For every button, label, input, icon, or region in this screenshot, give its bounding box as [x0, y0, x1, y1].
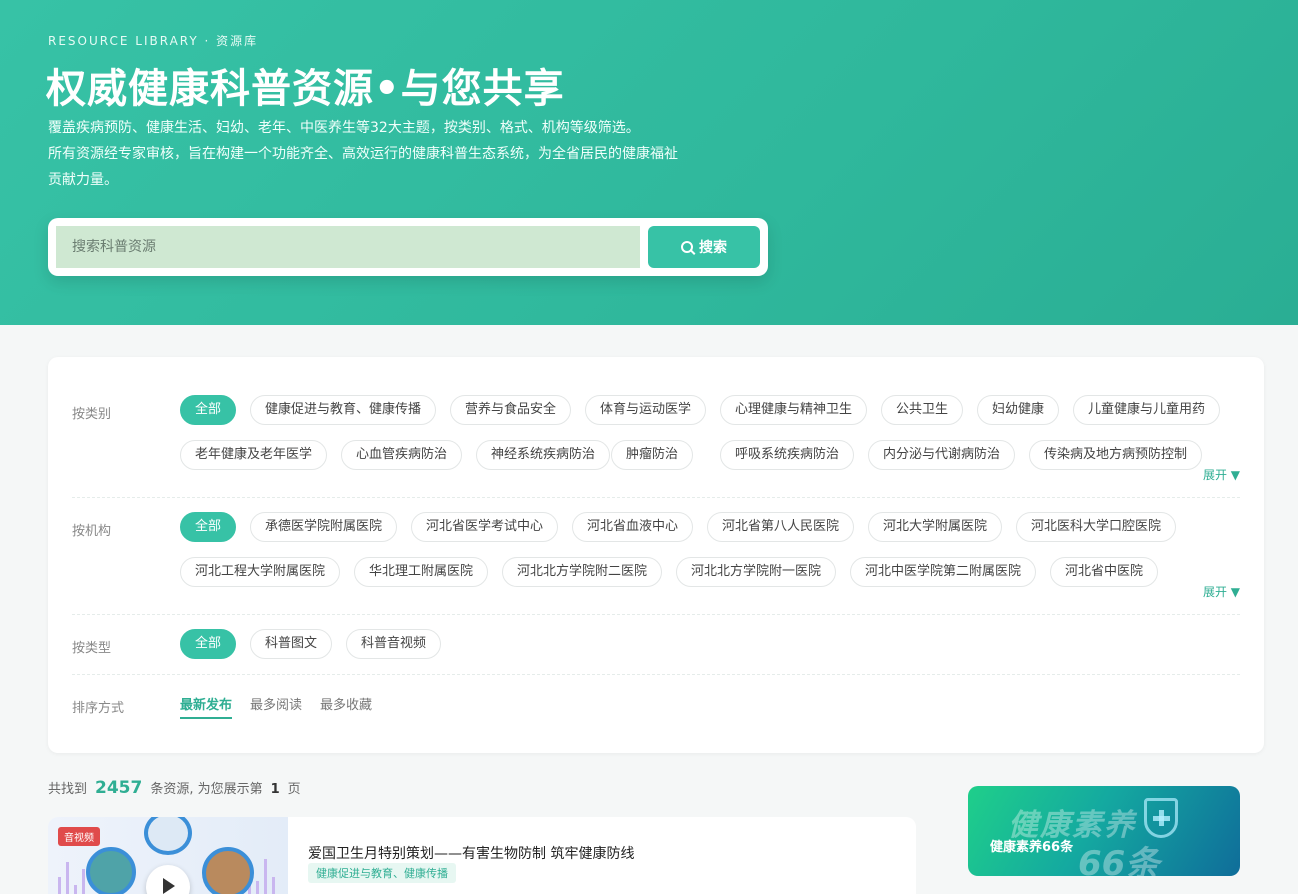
filter-label-category: 按类别 — [72, 407, 112, 422]
hero-desc-line1: 覆盖疾病预防、健康生活、妇幼、老年、中医养生等32大主题，按类别、格式、机构等级… — [48, 120, 640, 136]
wave-bar — [256, 881, 259, 894]
result-prefix: 共找到 — [48, 782, 88, 797]
divider — [72, 674, 1240, 675]
hero-description: 覆盖疾病预防、健康生活、妇幼、老年、中医养生等32大主题，按类别、格式、机构等级… — [48, 115, 688, 193]
article-category-tag: 健康促进与教育、健康传播 — [308, 863, 456, 883]
category-chip[interactable]: 内分泌与代谢病防治 — [868, 440, 1016, 470]
institution-expand-button[interactable]: 展开 ▼ — [1203, 583, 1240, 600]
category-chip[interactable]: 老年健康及老年医学 — [180, 440, 328, 470]
search-button[interactable]: 搜索 — [648, 226, 760, 268]
institution-chip[interactable]: 河北大学附属医院 — [868, 512, 1003, 542]
media-type-badge: 音视频 — [58, 827, 100, 846]
promo-watermark-number: 66条 — [1078, 844, 1160, 876]
search-icon — [681, 241, 693, 253]
page-title: 权威健康科普资源•与您共享 — [46, 66, 565, 112]
result-suffix: 页 — [287, 782, 301, 797]
article-title[interactable]: 爱国卫生月特别策划——有害生物防制 筑牢健康防线 — [308, 843, 634, 863]
category-chip[interactable]: 心理健康与精神卫生 — [720, 395, 868, 425]
shield-cross-icon — [1144, 798, 1178, 838]
wave-bar — [264, 859, 267, 894]
photo-bubble — [202, 847, 254, 894]
result-count: 2457 — [95, 778, 143, 798]
result-summary: 共找到 2457 条资源, 为您展示第 1 页 — [48, 778, 301, 798]
category-chip[interactable]: 儿童健康与儿童用药 — [1073, 395, 1221, 425]
type-chip-all[interactable]: 全部 — [180, 629, 237, 659]
institution-chip[interactable]: 承德医学院附属医院 — [250, 512, 398, 542]
category-chip[interactable]: 神经系统疾病防治 — [476, 440, 611, 470]
institution-chip[interactable]: 河北医科大学口腔医院 — [1016, 512, 1177, 542]
category-chip[interactable]: 妇幼健康 — [977, 395, 1060, 425]
wave-bar — [58, 877, 61, 894]
category-chip[interactable]: 呼吸系统疾病防治 — [720, 440, 855, 470]
category-chip[interactable]: 健康促进与教育、健康传播 — [250, 395, 437, 425]
category-chip[interactable]: 公共卫生 — [881, 395, 964, 425]
type-chip[interactable]: 科普图文 — [250, 629, 333, 659]
article-card[interactable]: 音视频 爱国卫生月特别策划——有害生物防制 筑牢健康防线 健康促进与教育、健康传… — [48, 817, 916, 894]
photo-bubble — [86, 847, 136, 894]
sort-most-read[interactable]: 最多阅读 — [250, 694, 302, 713]
sort-newest[interactable]: 最新发布 — [180, 694, 233, 719]
category-chip[interactable]: 心血管疾病防治 — [341, 440, 463, 470]
institution-chip[interactable]: 河北北方学院附二医院 — [502, 557, 663, 587]
category-chip-all[interactable]: 全部 — [180, 395, 237, 425]
search-box: 搜索 — [48, 218, 768, 276]
hero-banner: RESOURCE LIBRARY · 资源库 权威健康科普资源•与您共享 覆盖疾… — [0, 0, 1298, 325]
wave-bar — [272, 877, 275, 894]
category-chip[interactable]: 肿瘤防治 — [611, 440, 694, 470]
promo-label: 健康素养66条 — [990, 840, 1074, 855]
article-thumbnail[interactable]: 音视频 — [48, 817, 288, 894]
wave-bar — [74, 885, 77, 894]
category-chip[interactable]: 体育与运动医学 — [585, 395, 707, 425]
institution-chip[interactable]: 河北省第八人民医院 — [707, 512, 855, 542]
play-icon[interactable] — [146, 865, 190, 894]
category-chip[interactable]: 传染病及地方病预防控制 — [1029, 440, 1203, 470]
institution-chip-all[interactable]: 全部 — [180, 512, 237, 542]
photo-bubble — [144, 817, 192, 855]
divider — [72, 497, 1240, 498]
category-expand-button[interactable]: 展开 ▼ — [1203, 466, 1240, 483]
institution-chip[interactable]: 华北理工附属医院 — [354, 557, 489, 587]
filter-panel: 按类别 全部 健康促进与教育、健康传播 营养与食品安全 体育与运动医学 心理健康… — [48, 357, 1264, 753]
category-chip[interactable]: 营养与食品安全 — [450, 395, 572, 425]
institution-chip[interactable]: 河北北方学院附一医院 — [676, 557, 837, 587]
search-input[interactable] — [56, 226, 640, 268]
wave-bar — [66, 862, 69, 894]
result-page: 1 — [270, 782, 280, 797]
search-button-label: 搜索 — [699, 239, 727, 255]
institution-chip[interactable]: 河北中医学院第二附属医院 — [850, 557, 1037, 587]
health-literacy-banner[interactable]: 健康素养 66条 健康素养66条 — [968, 786, 1240, 876]
result-middle: 条资源, 为您展示第 — [150, 782, 263, 797]
divider — [72, 614, 1240, 615]
hero-eyebrow: RESOURCE LIBRARY · 资源库 — [48, 34, 259, 48]
type-chip[interactable]: 科普音视频 — [346, 629, 442, 659]
institution-chip[interactable]: 河北省血液中心 — [572, 512, 694, 542]
filter-label-sort: 排序方式 — [72, 701, 125, 716]
filter-label-institution: 按机构 — [72, 524, 112, 539]
hero-desc-line2: 所有资源经专家审核，旨在构建一个功能齐全、高效运行的健康科普生态系统，为全省居民… — [48, 146, 678, 188]
wave-bar — [82, 869, 85, 894]
institution-chip[interactable]: 河北省医学考试中心 — [411, 512, 559, 542]
filter-label-type: 按类型 — [72, 641, 112, 656]
institution-chip[interactable]: 河北省中医院 — [1050, 557, 1159, 587]
institution-chip[interactable]: 河北工程大学附属医院 — [180, 557, 341, 587]
sort-most-favorited[interactable]: 最多收藏 — [320, 694, 372, 713]
